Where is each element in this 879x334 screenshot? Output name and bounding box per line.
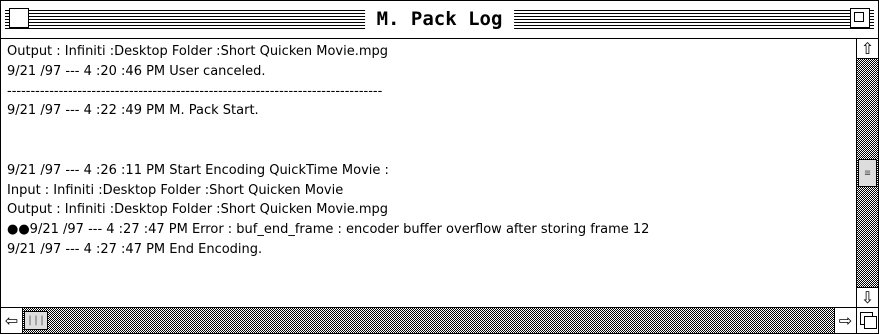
log-line: Output : Infiniti :Desktop Folder :Short…: [7, 44, 389, 59]
log-line: Input : Infiniti :Desktop Folder :Short …: [7, 182, 344, 198]
log-line: Output : Infiniti :Desktop Folder :Short…: [7, 202, 389, 218]
zoom-box-icon[interactable]: [850, 8, 870, 28]
log-line-error: ●●9/21 /97 --- 4 :27 :47 PM Error : buf_…: [7, 222, 650, 238]
log-separator: ----------------------------------------…: [7, 83, 383, 99]
resize-grow-box-icon[interactable]: [856, 307, 878, 333]
scroll-left-arrow-icon[interactable]: ⇦: [1, 308, 23, 333]
log-line: 9/21 /97 --- 4 :26 :11 PM Start Encoding…: [7, 162, 389, 178]
scroll-down-arrow-icon[interactable]: ⇩: [857, 287, 878, 307]
log-line: 9/21 /97 --- 4 :27 :47 PM End Encoding.: [7, 241, 263, 257]
title-bar[interactable]: M. Pack Log: [1, 1, 878, 39]
scroll-right-arrow-icon[interactable]: ⇨: [834, 308, 856, 333]
log-line: 9/21 /97 --- 4 :20 :46 PM User canceled.: [7, 63, 266, 79]
window-title: M. Pack Log: [364, 7, 515, 31]
log-text-area[interactable]: Output : Infiniti :Desktop Folder :Short…: [1, 39, 856, 307]
scroll-up-arrow-icon[interactable]: ⇧: [857, 39, 878, 59]
log-window: M. Pack Log Output : Infiniti :Desktop F…: [0, 0, 879, 334]
log-line-empty: [7, 141, 856, 161]
horizontal-scrollbar[interactable]: ⇦ ||| ⇨: [1, 307, 856, 333]
log-line: 9/21 /97 --- 4 :22 :49 PM M. Pack Start.: [7, 103, 259, 119]
log-line-empty: [7, 121, 856, 141]
vertical-scrollbar[interactable]: ⇧ ≡ ⇩: [856, 39, 878, 307]
close-box-icon[interactable]: [9, 8, 29, 28]
vertical-scroll-thumb[interactable]: ≡: [858, 159, 877, 187]
horizontal-scroll-thumb[interactable]: |||: [24, 311, 48, 330]
